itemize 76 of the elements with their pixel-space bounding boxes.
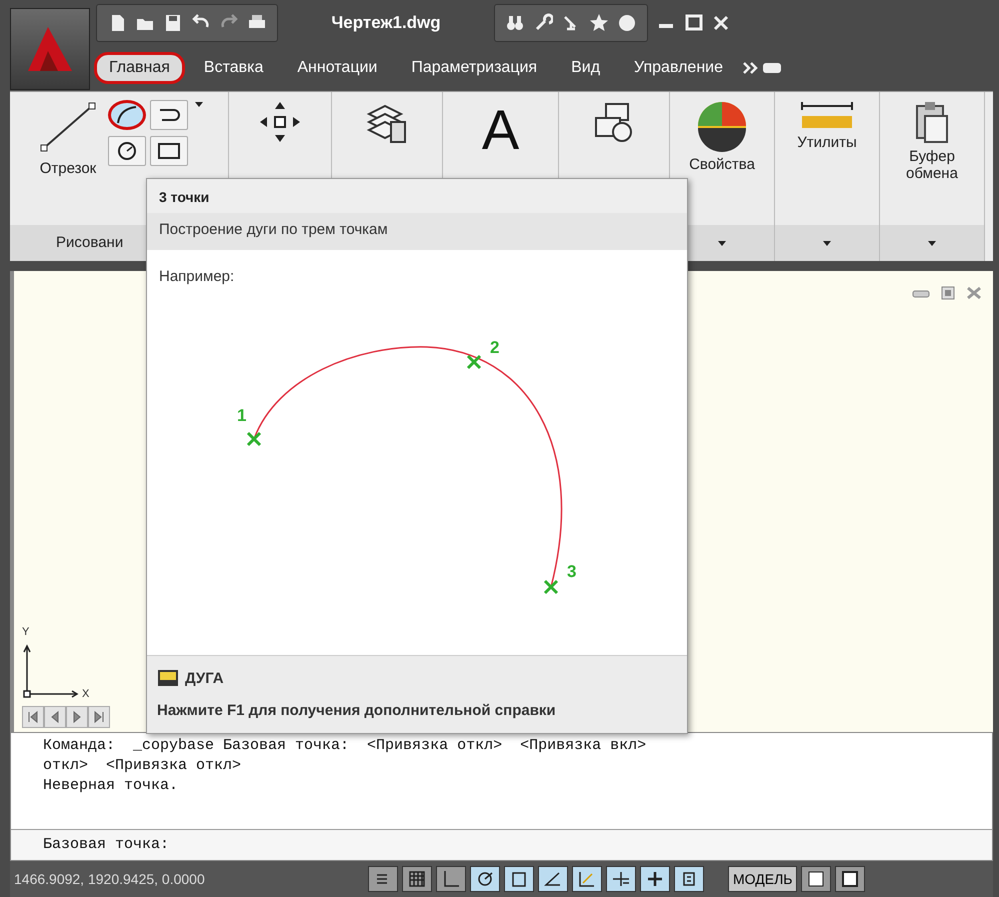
rectangle-tool[interactable]: [150, 136, 188, 166]
clipboard-icon: [913, 100, 951, 144]
ribbon-tab[interactable]: Главная: [94, 52, 185, 84]
annotation-glyph[interactable]: A: [482, 100, 520, 160]
ribbon-tab[interactable]: Параметризация: [396, 52, 552, 84]
ducs-toggle[interactable]: [572, 866, 602, 892]
command-name: ДУГА: [185, 670, 224, 686]
restore-icon[interactable]: [939, 284, 957, 301]
layout-icon: [806, 868, 826, 889]
snap-toggle[interactable]: [368, 866, 398, 892]
ribbon-tab[interactable]: Вид: [556, 52, 616, 84]
axis-label: Y: [22, 626, 30, 638]
otrack-toggle[interactable]: [538, 866, 568, 892]
polyline-tool[interactable]: [150, 100, 188, 130]
point-number: 2: [490, 338, 500, 357]
command-prompt[interactable]: Базовая точка:: [43, 836, 170, 854]
toggle-icon[interactable]: [762, 60, 782, 76]
tooltip-description: Построение дуги по трем точкам: [147, 213, 687, 250]
window-icon: [840, 868, 860, 889]
point-number: 3: [567, 562, 576, 581]
line-button[interactable]: Отрезок: [34, 100, 102, 178]
axis-label: X: [82, 688, 90, 700]
clipboard-button[interactable]: Буфер обмена: [893, 100, 971, 182]
move-icon[interactable]: [258, 100, 302, 144]
window-button[interactable]: [835, 866, 866, 892]
coordinates: 1466.9092, 1920.9425, 0.0000: [14, 870, 206, 887]
qp-toggle[interactable]: [674, 866, 704, 892]
utilities-button[interactable]: Утилиты: [793, 100, 861, 152]
dropdown-caret-icon: [927, 238, 937, 247]
example-label: Например:: [158, 268, 234, 285]
color-wheel-icon: [696, 100, 748, 152]
circle-icon: [116, 140, 138, 162]
ribbon-tab[interactable]: Аннотации: [282, 52, 392, 84]
first-icon: [26, 710, 40, 724]
command-history-line: Неверная точка.: [43, 777, 180, 794]
chevron-icon[interactable]: [742, 60, 758, 76]
dyn-toggle[interactable]: [606, 866, 636, 892]
ortho-toggle[interactable]: [436, 866, 466, 892]
layout-nav-button[interactable]: [22, 706, 44, 728]
ribbon-tab[interactable]: Вставка: [188, 52, 278, 84]
point-number: 1: [237, 406, 246, 425]
command-icon: [157, 668, 179, 688]
point-marker: [544, 580, 558, 594]
dropdown-caret-icon: [717, 238, 727, 247]
arc-tool[interactable]: [108, 100, 146, 130]
grid-toggle[interactable]: [402, 866, 432, 892]
binoculars-icon[interactable]: [505, 13, 525, 33]
command-history-line: откл> <Привязка откл>: [43, 757, 242, 774]
model-button[interactable]: МОДЕЛЬ: [728, 866, 798, 892]
properties-button[interactable]: Свойства: [685, 100, 759, 174]
polar-toggle[interactable]: [470, 866, 500, 892]
ucs-axes-icon: [22, 644, 80, 700]
layout-nav-button[interactable]: [44, 706, 66, 728]
save-icon[interactable]: [163, 13, 183, 33]
help-hint: Нажмите F1 для получения дополнительной справки: [157, 702, 557, 719]
layout-button[interactable]: [801, 866, 832, 892]
layout-nav-button[interactable]: [88, 706, 110, 728]
grid-icon: [407, 868, 427, 889]
ruler-icon: [800, 100, 854, 130]
wrench-icon[interactable]: [533, 13, 553, 33]
window-title: Чертеж1.dwg: [330, 13, 442, 33]
osnap-toggle[interactable]: [504, 866, 534, 892]
star-icon[interactable]: [589, 13, 609, 33]
caret-icon: [194, 100, 204, 108]
command-history-line: Команда: _copybase Базовая точка: <Привязка откл> <Привязка вкл>: [43, 737, 648, 754]
circle-tool[interactable]: [108, 136, 146, 166]
point-marker: [466, 354, 482, 370]
tooltip-title: 3 точки: [147, 179, 687, 213]
panel-label: Рисовани: [56, 234, 124, 252]
dropdown-caret-icon: [822, 238, 832, 247]
lwt-toggle[interactable]: [640, 866, 670, 892]
layout-nav-button[interactable]: [66, 706, 88, 728]
last-icon: [92, 710, 106, 724]
point-marker: [246, 432, 262, 446]
maximize-icon[interactable]: [684, 13, 704, 33]
ribbon-tab[interactable]: Управление: [619, 52, 738, 84]
